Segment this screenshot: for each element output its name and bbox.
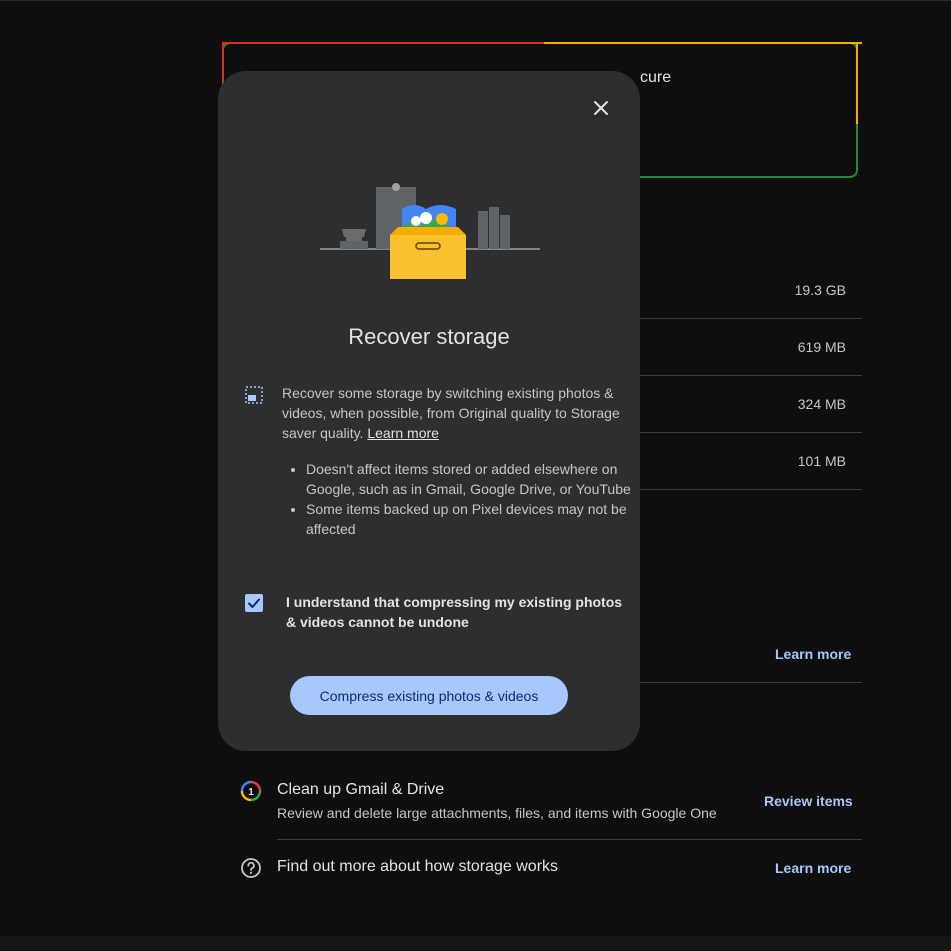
storage-row-size: 619 MB [797,339,846,355]
status-border-red [222,42,544,44]
google-one-icon: 1 [240,780,262,802]
bottom-bar [0,936,951,951]
dialog-title: Recover storage [348,324,510,349]
tool-description: Review and delete large attachments, fil… [277,805,717,821]
dialog-info-text: Recover some storage by switching existi… [282,385,620,441]
storage-row[interactable]: 101 MB [640,433,862,490]
help-circle-icon [241,858,261,878]
compress-button[interactable]: Compress existing photos & videos [290,676,568,715]
storage-row-size: 324 MB [797,396,846,412]
section-divider [640,682,862,683]
close-icon[interactable] [586,93,616,123]
bullet-item: Doesn't affect items stored or added els… [306,459,636,499]
storage-row[interactable]: 619 MB [640,319,862,376]
dialog-bullet-list: Doesn't affect items stored or added els… [288,459,636,539]
storage-row-size: 101 MB [797,453,846,469]
tool-divider [277,839,862,840]
tool-storage-info[interactable]: Find out more about how storage works Le… [222,848,862,888]
dialog-learn-more-link[interactable]: Learn more [367,425,439,441]
photo-compress-icon [245,386,263,404]
storage-row[interactable]: 19.3 GB [640,262,862,319]
bullet-item: Some items backed up on Pixel devices ma… [306,499,636,539]
storage-row-size: 19.3 GB [794,282,846,298]
status-border-yellow-right [856,42,858,124]
tool-title: Clean up Gmail & Drive [277,781,445,798]
dialog-info: Recover some storage by switching existi… [282,383,622,443]
understand-checkbox-label[interactable]: I understand that compressing my existin… [286,592,626,632]
recover-storage-dialog: Recover storage Recover some storage by … [218,71,640,751]
top-divider [0,0,951,1]
storage-row[interactable]: 324 MB [640,376,862,433]
storage-illustration [320,183,540,279]
review-items-link[interactable]: Review items [764,793,853,809]
learn-more-link[interactable]: Learn more [775,860,851,876]
status-title: cure [640,69,672,86]
status-border-yellow [544,42,862,44]
svg-text:1: 1 [248,787,254,798]
status-border-red-left [222,42,224,82]
learn-more-link[interactable]: Learn more [775,646,851,662]
tool-clean-up[interactable]: 1 Clean up Gmail & Drive Review and dele… [222,772,862,832]
understand-checkbox[interactable] [245,594,263,612]
tool-title: Find out more about how storage works [277,858,559,875]
checkmark-icon [248,598,260,608]
